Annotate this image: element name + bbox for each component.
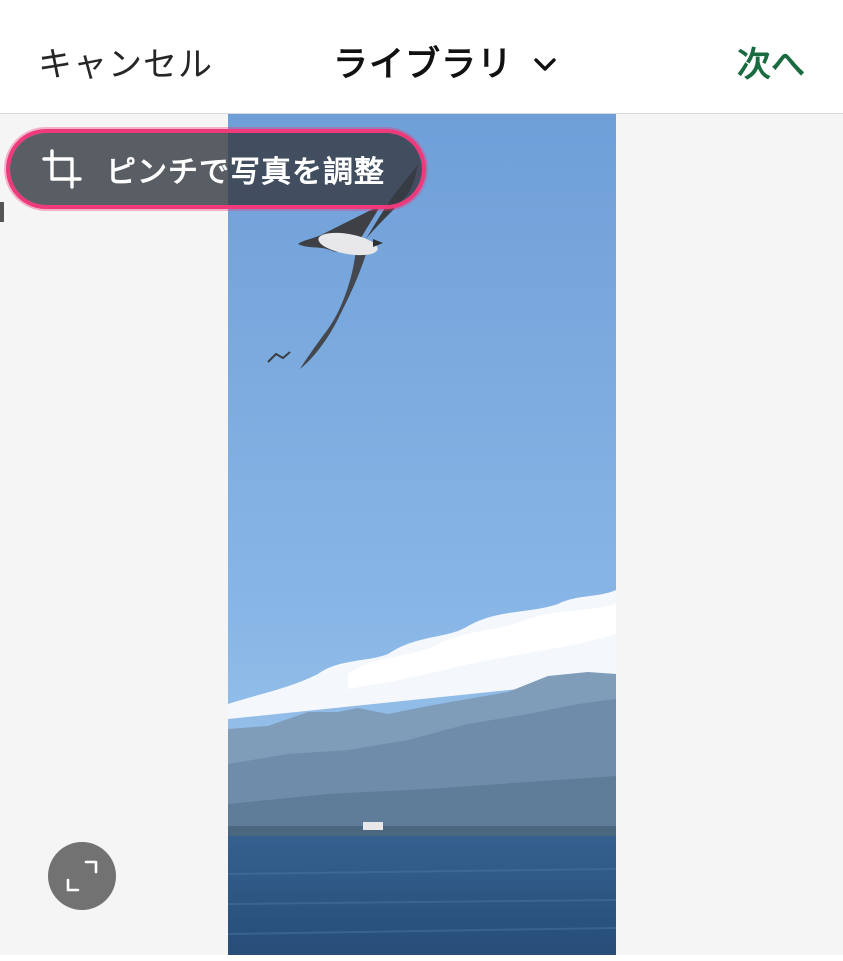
crop-icon — [42, 149, 82, 189]
chevron-down-icon — [534, 58, 556, 71]
crop-edge-marker — [0, 202, 4, 222]
cancel-button[interactable]: キャンセル — [38, 42, 213, 88]
library-selector[interactable]: ライブラリ — [333, 42, 559, 88]
next-button[interactable]: 次へ — [737, 42, 805, 88]
expand-button[interactable] — [48, 842, 116, 910]
gallery-strip-edge — [0, 955, 843, 961]
library-title: ライブラリ — [333, 45, 514, 85]
expand-icon — [66, 860, 98, 892]
pinch-hint-banner: ピンチで写真を調整 — [10, 133, 422, 205]
pinch-hint-text: ピンチで写真を調整 — [106, 155, 385, 190]
selected-photo[interactable] — [228, 114, 616, 955]
photo-image — [228, 114, 616, 955]
photo-crop-area[interactable]: ピンチで写真を調整 — [0, 114, 843, 955]
top-bar: キャンセル ライブラリ 次へ — [0, 0, 843, 114]
